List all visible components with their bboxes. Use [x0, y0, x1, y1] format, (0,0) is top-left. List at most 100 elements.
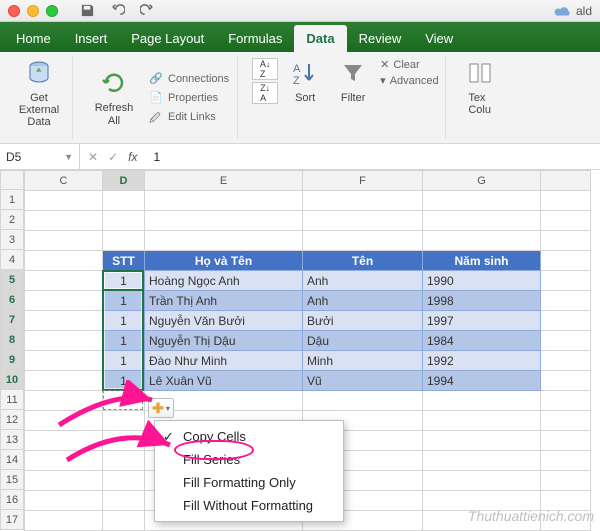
save-icon[interactable] — [79, 3, 95, 19]
menu-copy-cells[interactable]: ✓Copy Cells — [155, 425, 343, 448]
filter-button[interactable]: Filter — [332, 58, 374, 104]
row-header[interactable]: 15 — [0, 470, 24, 490]
row-header[interactable]: 9 — [0, 350, 24, 370]
row-header[interactable]: 13 — [0, 430, 24, 450]
svg-text:A: A — [293, 63, 301, 75]
chevron-down-icon: ▾ — [166, 404, 170, 413]
col-header[interactable]: D — [103, 171, 145, 191]
redo-icon[interactable] — [139, 3, 155, 19]
row-header[interactable]: 1 — [0, 190, 24, 210]
sort-desc-button[interactable]: Z↓A — [252, 82, 278, 104]
window-close-dot[interactable] — [8, 5, 20, 17]
table-row — [25, 211, 591, 231]
sort-desc-icon: Z↓A — [260, 83, 270, 103]
row-header[interactable]: 5 — [0, 270, 24, 290]
row-header[interactable]: 14 — [0, 450, 24, 470]
table-header-stt[interactable]: STT — [103, 251, 145, 271]
properties-button[interactable]: 📄Properties — [147, 90, 231, 106]
group-get-external: Get External Data — [6, 56, 73, 139]
row-header[interactable]: 11 — [0, 390, 24, 410]
row-header[interactable]: 12 — [0, 410, 24, 430]
row-header[interactable]: 6 — [0, 290, 24, 310]
window-minimize-dot[interactable] — [27, 5, 39, 17]
row-header[interactable]: 17 — [0, 510, 24, 530]
col-header[interactable] — [541, 171, 591, 191]
menu-fill-series[interactable]: Fill Series — [155, 448, 343, 471]
properties-icon: 📄 — [149, 91, 163, 105]
filter-icon — [338, 58, 368, 88]
advanced-button[interactable]: ▾Advanced — [380, 74, 438, 87]
tab-home[interactable]: Home — [4, 25, 63, 52]
advanced-icon: ▾ — [380, 74, 386, 87]
row-header[interactable]: 3 — [0, 230, 24, 250]
row-header[interactable]: 7 — [0, 310, 24, 330]
col-header[interactable]: C — [25, 171, 103, 191]
tab-page-layout[interactable]: Page Layout — [119, 25, 216, 52]
quick-access-toolbar — [79, 3, 155, 19]
select-all-corner[interactable] — [0, 170, 24, 190]
table-header-ten[interactable]: Tên — [303, 251, 423, 271]
tab-data[interactable]: Data — [294, 25, 346, 52]
clear-advanced: ✕Clear ▾Advanced — [380, 58, 438, 87]
menu-fill-without-formatting[interactable]: Fill Without Formatting — [155, 494, 343, 517]
clear-button[interactable]: ✕Clear — [380, 58, 438, 71]
table-row: 1Đào Như MinhMinh1992 — [25, 351, 591, 371]
table-row: 1Nguyễn Văn BưởiBưởi1997 — [25, 311, 591, 331]
col-header[interactable]: E — [145, 171, 303, 191]
col-header[interactable]: G — [423, 171, 541, 191]
formula-bar: D5 ▼ ✕ ✓ fx 1 — [0, 144, 600, 170]
table-row: 1Trần Thị AnhAnh1998 — [25, 291, 591, 311]
fx-label[interactable]: fx — [128, 150, 137, 164]
tab-view[interactable]: View — [413, 25, 465, 52]
table-row: 1Hoàng Ngọc AnhAnh1990 — [25, 271, 591, 291]
formula-value[interactable]: 1 — [153, 150, 160, 164]
sort-asc-button[interactable]: A↓Z — [252, 58, 278, 80]
get-external-label: Get External Data — [12, 92, 66, 128]
clear-icon: ✕ — [380, 58, 389, 71]
table-row — [25, 191, 591, 211]
name-box-value: D5 — [6, 150, 21, 164]
menu-fill-formatting-only[interactable]: Fill Formatting Only — [155, 471, 343, 494]
col-header[interactable]: F — [303, 171, 423, 191]
table-row — [25, 391, 591, 411]
chevron-down-icon[interactable]: ▼ — [64, 152, 73, 162]
svg-text:Z: Z — [293, 75, 300, 86]
watermark: Thuthuattienich.com — [468, 508, 594, 524]
row-header[interactable]: 16 — [0, 490, 24, 510]
table-header-namsinh[interactable]: Năm sinh — [423, 251, 541, 271]
tab-formulas[interactable]: Formulas — [216, 25, 294, 52]
formula-controls: ✕ ✓ fx 1 — [80, 150, 168, 164]
group-sort-filter: A↓Z Z↓A AZ Sort Filter ✕Clear ▾Advanced — [246, 56, 445, 139]
connections-sub: 🔗Connections 📄Properties 🖉Edit Links — [147, 71, 231, 125]
window-zoom-dot[interactable] — [46, 5, 58, 17]
refresh-all-label: Refresh All — [95, 102, 134, 126]
autofill-smart-tag[interactable]: ✚▾ — [148, 398, 174, 418]
grid-wrap: C D E F G STT Họ và Tên Tên Năm sinh 1Ho… — [24, 170, 591, 531]
row-header[interactable]: 8 — [0, 330, 24, 350]
tab-review[interactable]: Review — [347, 25, 414, 52]
get-external-data-button[interactable]: Get External Data — [12, 58, 66, 128]
database-icon — [24, 58, 54, 88]
edit-links-icon: 🖉 — [149, 110, 163, 124]
undo-icon[interactable] — [109, 3, 125, 19]
link-icon: 🔗 — [149, 72, 163, 86]
tab-insert[interactable]: Insert — [63, 25, 120, 52]
confirm-icon[interactable]: ✓ — [108, 150, 118, 164]
table-header-hoten[interactable]: Họ và Tên — [145, 251, 303, 271]
text-to-cols-icon — [465, 58, 495, 88]
connections-button[interactable]: 🔗Connections — [147, 71, 231, 87]
refresh-all-button[interactable]: Refresh All — [87, 68, 141, 126]
row-header[interactable]: 4 — [0, 250, 24, 270]
cloud-icon — [554, 4, 572, 18]
name-box[interactable]: D5 ▼ — [0, 144, 80, 169]
sort-icon: AZ — [290, 58, 320, 88]
group-connections: Refresh All 🔗Connections 📄Properties 🖉Ed… — [81, 56, 238, 139]
sort-button[interactable]: AZ Sort — [284, 58, 326, 104]
ribbon-tabs: Home Insert Page Layout Formulas Data Re… — [0, 22, 600, 52]
row-header[interactable]: 2 — [0, 210, 24, 230]
edit-links-button[interactable]: 🖉Edit Links — [147, 109, 231, 125]
text-to-columns-button[interactable]: Tex Colu — [460, 58, 500, 116]
row-header[interactable]: 10 — [0, 370, 24, 390]
ribbon: Get External Data Refresh All 🔗Connectio… — [0, 52, 600, 144]
cancel-icon[interactable]: ✕ — [88, 150, 98, 164]
